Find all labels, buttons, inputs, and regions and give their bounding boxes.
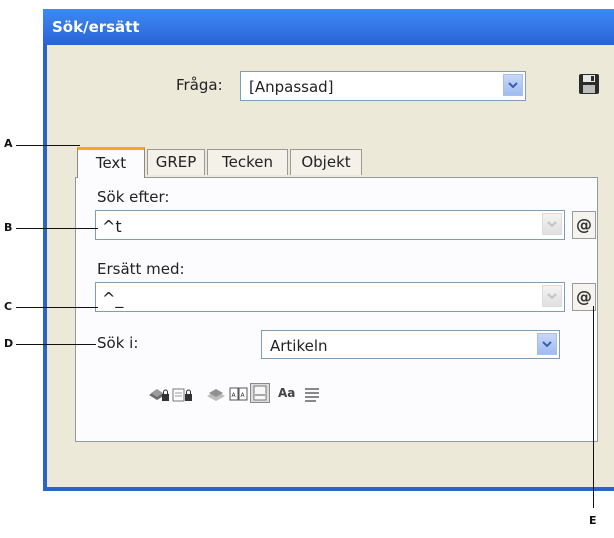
find-what-field[interactable]: ^t <box>95 210 565 240</box>
title-bar[interactable]: Sök/ersätt <box>43 9 614 45</box>
include-locked-layers-button[interactable] <box>148 386 170 406</box>
query-value: [Anpassad] <box>249 78 334 96</box>
callout-d-line <box>16 344 96 345</box>
save-query-button[interactable] <box>578 73 600 95</box>
at-sign-icon: @ <box>576 287 592 306</box>
search-in-select[interactable]: Artikeln <box>261 330 560 359</box>
locked-stories-icon <box>172 388 192 402</box>
callout-a: A <box>4 137 13 150</box>
search-in-dropdown-button[interactable] <box>537 333 557 355</box>
search-in-value: Artikeln <box>270 337 328 355</box>
whole-word-icon <box>305 388 319 402</box>
find-what-value: ^t <box>102 217 122 236</box>
callout-b-line <box>16 228 98 229</box>
footnotes-icon <box>250 383 270 403</box>
chevron-down-icon <box>508 82 518 88</box>
master-pages-icon: AA <box>229 387 248 401</box>
find-history-dropdown[interactable] <box>542 213 562 235</box>
query-label: Fråga: <box>176 76 223 94</box>
callout-b: B <box>4 221 13 234</box>
callout-d: D <box>4 337 14 350</box>
dialog-title: Sök/ersätt <box>52 18 140 36</box>
chevron-down-icon <box>547 293 557 299</box>
query-dropdown-button[interactable] <box>503 74 523 96</box>
include-hidden-layers-button[interactable] <box>206 386 226 406</box>
hidden-layers-icon <box>207 389 225 401</box>
query-select[interactable]: [Anpassad] <box>240 71 526 101</box>
search-in-label: Sök i: <box>97 334 139 352</box>
whole-word-button[interactable] <box>304 386 320 406</box>
tab-tecken[interactable]: Tecken <box>207 149 288 175</box>
tab-text[interactable]: Text <box>77 147 145 178</box>
locked-layers-icon <box>149 389 169 401</box>
save-icon <box>579 74 599 94</box>
callout-e-line <box>593 306 594 508</box>
change-to-value: ^_ <box>102 289 124 308</box>
tab-objekt[interactable]: Objekt <box>290 149 362 175</box>
change-history-dropdown[interactable] <box>542 285 562 307</box>
find-special-characters-button[interactable]: @ <box>572 211 596 239</box>
callout-e: E <box>589 514 597 527</box>
include-footnotes-button[interactable] <box>250 383 270 407</box>
include-master-pages-button[interactable]: AA <box>229 386 249 406</box>
change-to-field[interactable]: ^_ <box>95 282 565 312</box>
include-locked-stories-button[interactable] <box>172 386 194 406</box>
chevron-down-icon <box>542 341 552 347</box>
callout-a-line <box>16 145 80 146</box>
case-sensitive-button[interactable]: Aa <box>278 386 295 400</box>
at-sign-icon: @ <box>576 215 592 234</box>
callout-c: C <box>4 300 13 313</box>
chevron-down-icon <box>547 221 557 227</box>
replace-label: Ersätt med: <box>97 260 185 278</box>
callout-c-line <box>16 307 98 308</box>
tab-grep[interactable]: GREP <box>147 149 205 175</box>
find-label: Sök efter: <box>97 188 170 206</box>
